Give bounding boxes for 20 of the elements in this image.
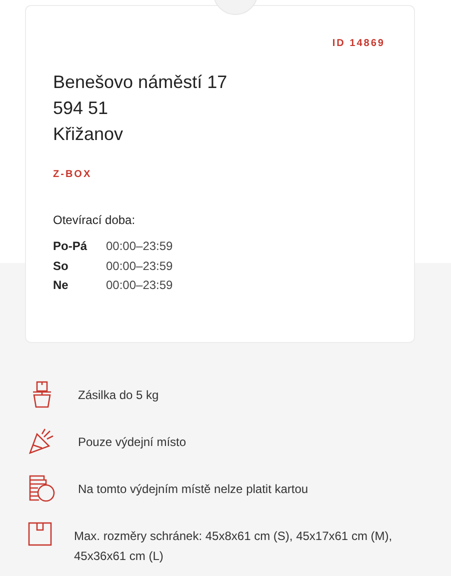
feature-text: Max. rozměry schránek: 45x8x61 cm (S), 45x17x61 cm (M), 45x36x61 cm (L) (74, 528, 394, 565)
hours-days: Ne (53, 276, 106, 296)
address-line: Benešovo náměstí 17 (53, 71, 228, 94)
feature-text: Zásilka do 5 kg (78, 387, 159, 404)
hours-days: So (53, 256, 106, 276)
address-line: 594 51 (53, 97, 110, 120)
hours-time: 00:00–23:59 (106, 238, 173, 255)
location-type: Z-BOX (53, 169, 92, 180)
box-icon (28, 522, 52, 546)
hours-days: Po-Pá (53, 237, 106, 256)
coins-icon (29, 475, 55, 502)
parcel-scale-icon (31, 381, 53, 409)
location-id: ID 14869 (332, 37, 385, 51)
address-line: Křižanov (53, 123, 124, 146)
hours-time: 00:00–23:59 (106, 277, 173, 294)
feature-text: Pouze výdejní místo (78, 434, 186, 451)
hours-time: 00:00–23:59 (106, 258, 173, 274)
megaphone-icon (29, 428, 55, 454)
feature-text: Na tomto výdejním místě nelze platit kartou (78, 481, 308, 498)
hours-title: Otevírací doba: (53, 213, 136, 227)
